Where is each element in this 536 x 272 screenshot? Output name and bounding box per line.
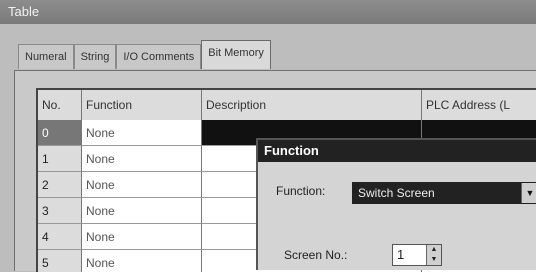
column-header-function[interactable]: Function: [82, 90, 202, 120]
row-number: 0: [38, 120, 82, 146]
tab-strip: Numeral String I/O Comments Bit Memory: [18, 40, 271, 70]
function-cell[interactable]: None: [82, 172, 202, 198]
row-number: 1: [38, 146, 82, 172]
window-title: Table: [0, 0, 536, 24]
column-header-no[interactable]: No.: [38, 90, 82, 120]
stepper-down-icon[interactable]: ▼: [427, 255, 441, 265]
dialog-title: Function: [258, 140, 536, 162]
stepper-up-icon[interactable]: ▲: [427, 245, 441, 255]
stepper-buttons[interactable]: ▲ ▼: [426, 245, 441, 265]
column-header-plc-address[interactable]: PLC Address (L: [422, 90, 536, 120]
tab-io-comments[interactable]: I/O Comments: [116, 44, 202, 69]
function-cell[interactable]: None: [82, 224, 202, 250]
tab-bit-memory[interactable]: Bit Memory: [201, 40, 271, 69]
chevron-down-icon[interactable]: ▼: [521, 183, 536, 203]
function-dialog: Function Function: Switch Screen ▼ Scree…: [256, 138, 536, 270]
row-number: 5: [38, 250, 82, 272]
function-cell[interactable]: None: [82, 146, 202, 172]
row-number: 4: [38, 224, 82, 250]
function-label: Function:: [276, 184, 326, 198]
function-cell[interactable]: None: [82, 198, 202, 224]
function-cell[interactable]: None: [82, 250, 202, 272]
tab-string[interactable]: String: [73, 44, 117, 69]
screen-number-stepper[interactable]: 1 ▲ ▼: [392, 244, 442, 266]
function-select[interactable]: Switch Screen ▼: [352, 182, 536, 204]
row-number: 3: [38, 198, 82, 224]
tab-numeral[interactable]: Numeral: [18, 44, 74, 69]
function-cell[interactable]: None: [82, 120, 202, 146]
function-select-value: Switch Screen: [358, 186, 435, 200]
screen-number-value[interactable]: 1: [397, 247, 404, 262]
column-header-description[interactable]: Description: [202, 90, 422, 120]
row-number: 2: [38, 172, 82, 198]
screen-number-label: Screen No.:: [284, 248, 348, 262]
